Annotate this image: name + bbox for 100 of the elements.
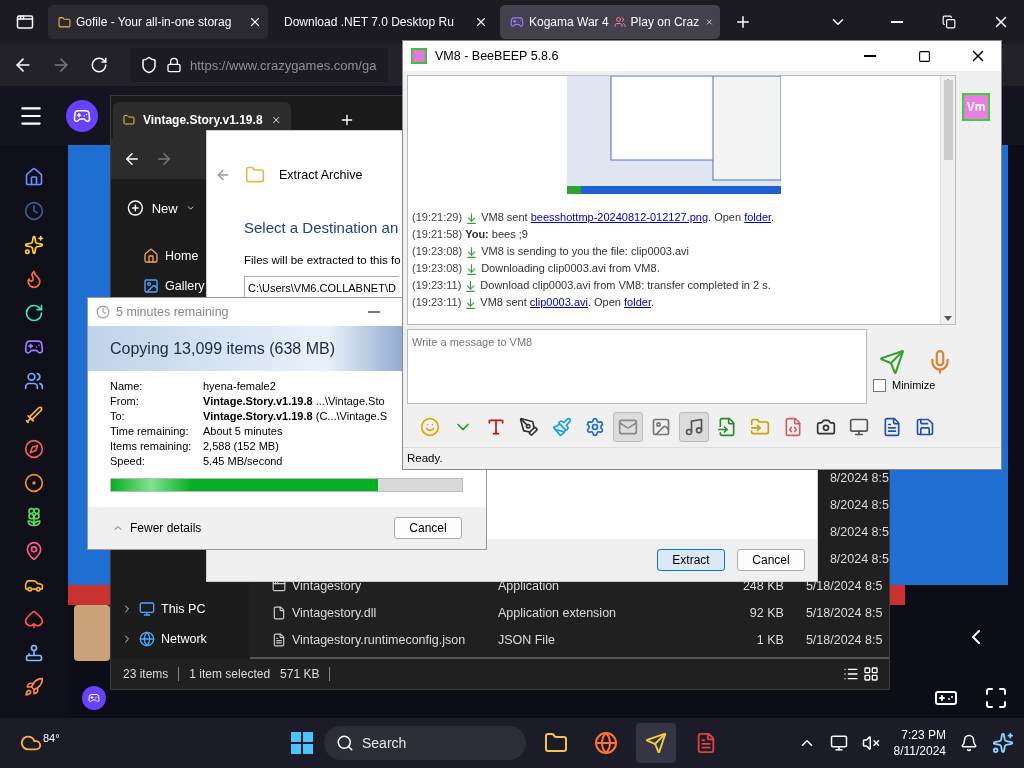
card-icon[interactable] bbox=[24, 609, 44, 629]
site-logo[interactable] bbox=[66, 99, 98, 132]
compass-icon[interactable] bbox=[24, 439, 44, 459]
folder-icon bbox=[58, 15, 71, 29]
gamepad-icon[interactable] bbox=[24, 337, 44, 357]
scrollbar[interactable] bbox=[940, 76, 955, 324]
file-name[interactable]: Vintagestory.dll bbox=[291, 605, 377, 620]
address-field[interactable]: https://www.crazygames.com/ga bbox=[130, 48, 388, 82]
dialog-button[interactable]: Extract bbox=[657, 549, 725, 571]
detail-value: 2,588 (152 MB) bbox=[203, 439, 279, 453]
detail-value: 5.45 MB/second bbox=[203, 454, 283, 468]
minimize-icon bbox=[368, 311, 380, 313]
selection-info: 1 item selected bbox=[189, 667, 271, 681]
nav-item[interactable]: Network bbox=[121, 629, 207, 649]
url-text: https://www.crazygames.com/ga bbox=[190, 57, 377, 73]
rocket-icon[interactable] bbox=[24, 677, 44, 697]
message-input[interactable]: Write a message to VM8 bbox=[407, 328, 867, 404]
joystick-icon[interactable] bbox=[24, 643, 44, 663]
dialog-button[interactable]: Cancel bbox=[737, 549, 805, 571]
dialog-heading: Select a Destination an bbox=[244, 219, 399, 236]
file-date: 8/2024 8:5 bbox=[829, 524, 889, 539]
detail-label: Name: bbox=[110, 379, 144, 393]
network-icon[interactable] bbox=[829, 734, 848, 752]
nav-item[interactable]: This PC bbox=[121, 599, 206, 619]
browser-tab[interactable]: Kogama War 4 Play on Craz bbox=[500, 5, 720, 39]
file-type: Application bbox=[497, 578, 560, 593]
file-name[interactable]: Vintagestory bbox=[291, 578, 362, 593]
scrollbar-thumb[interactable] bbox=[943, 79, 953, 160]
gear-icon bbox=[585, 417, 605, 438]
sparkles-icon[interactable] bbox=[24, 235, 44, 255]
brush-icon bbox=[552, 417, 572, 438]
home-icon[interactable] bbox=[24, 167, 44, 187]
dialog-title: Extract Archive bbox=[279, 168, 363, 182]
chat-link[interactable]: clip0003.avi bbox=[529, 296, 588, 308]
plus-icon[interactable] bbox=[339, 112, 355, 128]
scroll-down-icon[interactable] bbox=[944, 315, 952, 321]
start-icon[interactable] bbox=[290, 731, 314, 755]
image-icon bbox=[651, 417, 671, 438]
chat-message: VM8 sent beesshottmp-20240812-012127.png. Open folder. bbox=[481, 210, 775, 225]
nav-item[interactable]: Gallery bbox=[143, 276, 205, 296]
file-type: JSON File bbox=[497, 632, 555, 647]
screenshot-thumbnail-drawing[interactable] bbox=[567, 76, 781, 194]
muted-speaker-icon[interactable] bbox=[861, 734, 880, 752]
chat-message: VM8 sent clip0003.avi. Open folder. bbox=[480, 295, 654, 310]
folder-icon bbox=[245, 165, 265, 185]
download-arrow-icon bbox=[464, 297, 478, 310]
detail-label: Items remaining: bbox=[110, 439, 193, 453]
folder-arrow-icon bbox=[750, 417, 770, 438]
message-time: (19:21:58) bbox=[412, 227, 463, 242]
detail-value: Vintage.Story.v1.19.8 (C...\Vintage.S bbox=[203, 409, 388, 423]
cancel-button[interactable]: Cancel bbox=[394, 517, 462, 539]
close-icon[interactable] bbox=[474, 15, 488, 29]
fullscreen-icon[interactable] bbox=[984, 686, 1008, 710]
flower-icon[interactable] bbox=[24, 507, 44, 527]
save-icon bbox=[915, 417, 935, 438]
chat-message: Downloading clip0003.avi from VM8. bbox=[481, 261, 660, 276]
refresh-icon[interactable] bbox=[24, 303, 44, 323]
chat-app-button[interactable] bbox=[636, 723, 676, 763]
search-field[interactable]: Search bbox=[324, 726, 526, 760]
clock-icon[interactable] bbox=[24, 201, 44, 221]
browser-tab[interactable]: Download .NET 7.0 Desktop Ru bbox=[274, 5, 494, 39]
site-logo[interactable] bbox=[82, 686, 106, 710]
browser-tab[interactable]: Gofile - Your all-in-one storag bbox=[48, 5, 268, 39]
new-button[interactable]: New bbox=[121, 195, 201, 221]
item-count: 23 items bbox=[123, 667, 169, 681]
file-date: 5/18/2024 8:5 bbox=[805, 578, 883, 593]
document-icon bbox=[695, 732, 717, 754]
details-view-icon[interactable] bbox=[843, 666, 859, 682]
lock-icon bbox=[166, 57, 182, 73]
tiles-view-icon[interactable] bbox=[863, 666, 879, 682]
nav-item[interactable]: Home bbox=[143, 246, 199, 266]
users-icon[interactable] bbox=[24, 371, 44, 391]
maximize-icon bbox=[917, 49, 931, 63]
clock-icon bbox=[96, 305, 110, 319]
clock-date[interactable]: 8/11/2024 bbox=[893, 743, 946, 759]
music-note-icon bbox=[684, 417, 704, 438]
send-icon[interactable] bbox=[879, 348, 905, 375]
file-name[interactable]: Vintagestory.runtimeconfig.json bbox=[291, 632, 466, 647]
explorer-tab[interactable]: Vintage.Story.v1.19.8 bbox=[113, 102, 291, 138]
minimize-checkbox[interactable]: Minimize bbox=[873, 378, 953, 392]
game-art-placeholder bbox=[74, 605, 110, 661]
tab-title: Kogama War 4 bbox=[529, 15, 609, 29]
toolbar-button[interactable] bbox=[679, 412, 709, 443]
close-icon[interactable] bbox=[248, 15, 262, 29]
clock-time[interactable]: 7:23 PM bbox=[901, 727, 946, 743]
flame-icon[interactable] bbox=[24, 269, 44, 289]
home-icon bbox=[143, 248, 159, 264]
chat-link[interactable]: folder bbox=[744, 211, 772, 223]
sword-icon[interactable] bbox=[24, 405, 44, 425]
detail-label: Time remaining: bbox=[110, 424, 190, 438]
copilot-icon[interactable] bbox=[992, 732, 1014, 754]
bell-icon[interactable] bbox=[960, 734, 978, 752]
details-toggle[interactable]: Fewer details bbox=[112, 521, 202, 535]
file-size: 92 KB bbox=[749, 605, 784, 620]
chat-link[interactable]: folder bbox=[624, 296, 651, 308]
globe-icon bbox=[594, 731, 618, 755]
chat-message: You: bees ;9 bbox=[465, 227, 528, 242]
pin-icon[interactable] bbox=[24, 541, 44, 561]
detail-value: hyena-female2 bbox=[203, 379, 276, 393]
tab-title: Download .NET 7.0 Desktop Ru bbox=[284, 15, 454, 29]
